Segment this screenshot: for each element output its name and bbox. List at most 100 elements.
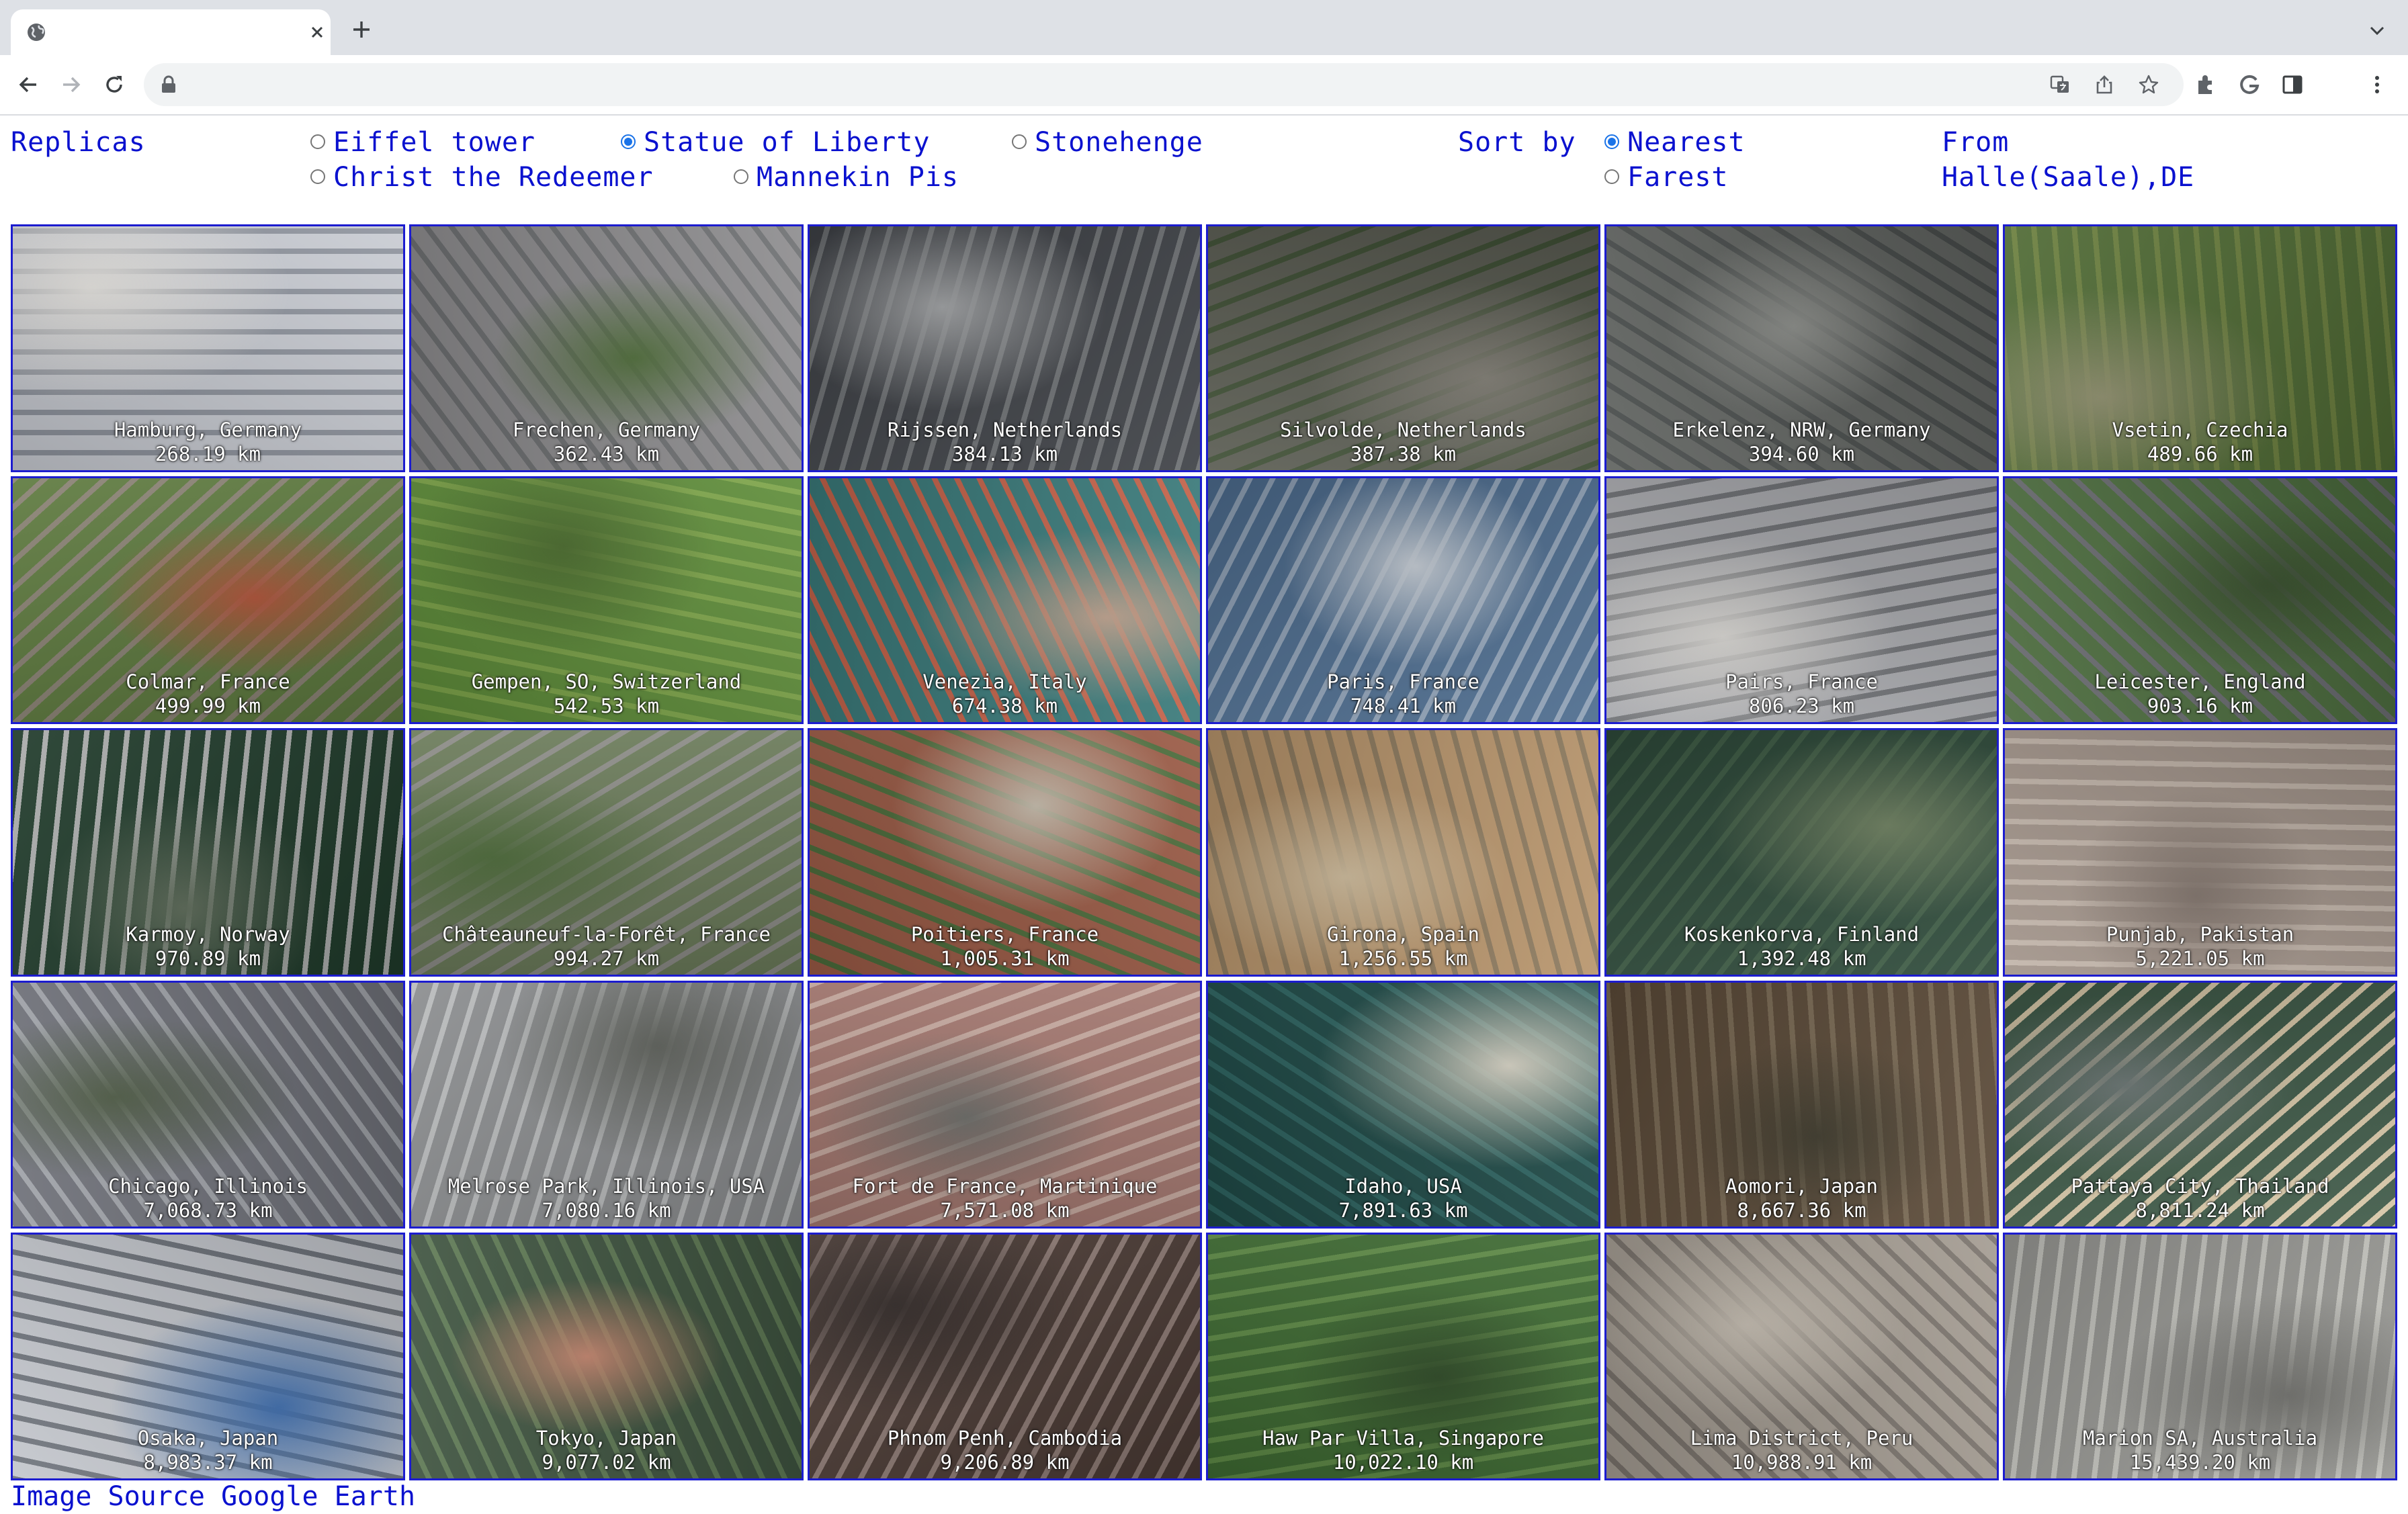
- result-tile[interactable]: Idaho, USA 7,891.63 km: [1206, 980, 1600, 1229]
- replica-option-stonehenge[interactable]: Stonehenge: [1012, 125, 1203, 160]
- radio-button[interactable]: [734, 169, 748, 184]
- close-tab-icon[interactable]: [308, 23, 327, 42]
- replicas-label: Replicas: [11, 127, 146, 158]
- result-tile[interactable]: Pattaya City, Thailand 8,811.24 km: [2003, 980, 2397, 1229]
- replica-option-mannekin-pis[interactable]: Mannekin Pis: [734, 160, 959, 195]
- sort-option-nearest[interactable]: Nearest: [1604, 125, 1746, 160]
- reload-icon[interactable]: [102, 73, 126, 97]
- place-name: Venezia, Italy: [922, 670, 1087, 694]
- distance: 10,988.91 km: [1731, 1451, 1873, 1474]
- place-name: Châteauneuf-la-Forêt, France: [442, 922, 771, 946]
- result-tile[interactable]: Silvolde, Netherlands 387.38 km: [1206, 224, 1600, 473]
- result-tile[interactable]: Rijssen, Netherlands 384.13 km: [808, 224, 1202, 473]
- share-icon[interactable]: [2094, 74, 2115, 95]
- tile-caption: Melrose Park, Illinois, USA 7,080.16 km: [411, 1174, 802, 1222]
- new-tab-icon[interactable]: [351, 19, 372, 40]
- place-name: Gempen, SO, Switzerland: [471, 670, 742, 694]
- tile-caption: Erkelenz, NRW, Germany 394.60 km: [1606, 418, 1997, 466]
- result-tile[interactable]: Lima District, Peru 10,988.91 km: [1604, 1232, 1999, 1480]
- result-tile[interactable]: Aomori, Japan 8,667.36 km: [1604, 980, 1999, 1229]
- tile-caption: Colmar, France 499.99 km: [13, 670, 403, 718]
- radio-button[interactable]: [1604, 169, 1619, 184]
- result-tile[interactable]: Marion SA, Australia 15,439.20 km: [2003, 1232, 2397, 1480]
- tile-caption: Châteauneuf-la-Forêt, France 994.27 km: [411, 922, 802, 971]
- side-panel-icon[interactable]: [2280, 73, 2305, 97]
- place-name: Poitiers, France: [910, 922, 1099, 946]
- result-tile[interactable]: Pairs, France 806.23 km: [1604, 476, 1999, 725]
- result-tile[interactable]: Koskenkorva, Finland 1,392.48 km: [1604, 728, 1999, 977]
- bookmark-star-icon[interactable]: [2138, 74, 2159, 95]
- result-tile[interactable]: Venezia, Italy 674.38 km: [808, 476, 1202, 725]
- result-tile[interactable]: Colmar, France 499.99 km: [11, 476, 405, 725]
- result-tile[interactable]: Paris, France 748.41 km: [1206, 476, 1600, 725]
- place-name: Silvolde, Netherlands: [1280, 418, 1526, 442]
- tile-caption: Marion SA, Australia 15,439.20 km: [2005, 1426, 2395, 1474]
- distance: 674.38 km: [951, 695, 1058, 718]
- option-label: Farest: [1627, 162, 1729, 193]
- place-name: Pairs, France: [1725, 670, 1878, 694]
- radio-button[interactable]: [1012, 134, 1027, 149]
- radio-button[interactable]: [310, 169, 325, 184]
- option-label: Nearest: [1627, 127, 1746, 158]
- replica-option-statue-of-liberty[interactable]: Statue of Liberty: [621, 125, 930, 160]
- sort-option-farest[interactable]: Farest: [1604, 160, 1729, 195]
- more-menu-icon[interactable]: [2365, 73, 2389, 97]
- extensions-puzzle-icon[interactable]: [2194, 73, 2219, 97]
- place-name: Fort de France, Martinique: [852, 1174, 1158, 1198]
- distance: 268.19 km: [155, 443, 261, 466]
- place-name: Lima District, Peru: [1690, 1427, 1914, 1450]
- replica-option-christ-the-redeemer[interactable]: Christ the Redeemer: [310, 160, 654, 195]
- translate-icon[interactable]: [2049, 74, 2071, 95]
- radio-button-selected[interactable]: [621, 134, 636, 149]
- back-icon[interactable]: [16, 73, 40, 97]
- lock-icon[interactable]: [160, 75, 177, 94]
- place-name: Erkelenz, NRW, Germany: [1672, 418, 1931, 442]
- result-tile[interactable]: Hamburg, Germany 268.19 km: [11, 224, 405, 473]
- address-bar[interactable]: [144, 63, 2184, 106]
- forward-icon[interactable]: [59, 73, 83, 97]
- result-tile[interactable]: Osaka, Japan 8,983.37 km: [11, 1232, 405, 1480]
- result-tile[interactable]: Punjab, Pakistan 5,221.05 km: [2003, 728, 2397, 977]
- result-tile[interactable]: Frechen, Germany 362.43 km: [409, 224, 804, 473]
- grammarly-g-icon[interactable]: [2237, 73, 2262, 97]
- place-name: Tokyo, Japan: [535, 1427, 677, 1450]
- tab-search-chevron-icon[interactable]: [2368, 21, 2386, 40]
- tile-caption: Pairs, France 806.23 km: [1606, 670, 1997, 718]
- result-tile[interactable]: Girona, Spain 1,256.55 km: [1206, 728, 1600, 977]
- browser-tab[interactable]: [11, 9, 331, 55]
- tile-caption: Osaka, Japan 8,983.37 km: [13, 1426, 403, 1474]
- distance: 7,891.63 km: [1338, 1198, 1468, 1222]
- result-tile[interactable]: Tokyo, Japan 9,077.02 km: [409, 1232, 804, 1480]
- distance: 8,983.37 km: [143, 1451, 273, 1474]
- result-tile[interactable]: Chicago, Illinois 7,068.73 km: [11, 980, 405, 1229]
- result-tile[interactable]: Poitiers, France 1,005.31 km: [808, 728, 1202, 977]
- option-label: Mannekin Pis: [757, 162, 959, 193]
- result-tile[interactable]: Karmoy, Norway 970.89 km: [11, 728, 405, 977]
- results-grid: Hamburg, Germany 268.19 km Frechen, German…: [11, 224, 2397, 1480]
- result-tile[interactable]: Vsetin, Czechia 489.66 km: [2003, 224, 2397, 473]
- tile-caption: Koskenkorva, Finland 1,392.48 km: [1606, 922, 1997, 971]
- radio-button-selected[interactable]: [1604, 134, 1619, 149]
- place-name: Frechen, Germany: [512, 418, 701, 442]
- place-name: Hamburg, Germany: [114, 418, 302, 442]
- replica-option-eiffel-tower[interactable]: Eiffel tower: [310, 125, 535, 160]
- tile-caption: Girona, Spain 1,256.55 km: [1208, 922, 1598, 971]
- distance: 1,005.31 km: [940, 946, 1070, 970]
- result-tile[interactable]: Erkelenz, NRW, Germany 394.60 km: [1604, 224, 1999, 473]
- result-tile[interactable]: Haw Par Villa, Singapore 10,022.10 km: [1206, 1232, 1600, 1480]
- place-name: Koskenkorva, Finland: [1684, 922, 1920, 946]
- result-tile[interactable]: Fort de France, Martinique 7,571.08 km: [808, 980, 1202, 1229]
- place-name: Phnom Penh, Cambodia: [887, 1427, 1123, 1450]
- result-tile[interactable]: Gempen, SO, Switzerland 542.53 km: [409, 476, 804, 725]
- result-tile[interactable]: Leicester, England 903.16 km: [2003, 476, 2397, 725]
- distance: 499.99 km: [155, 695, 261, 718]
- result-tile[interactable]: Châteauneuf-la-Forêt, France 994.27 km: [409, 728, 804, 977]
- place-name: Vsetin, Czechia: [2112, 418, 2288, 442]
- radio-button[interactable]: [310, 134, 325, 149]
- from-label: From: [1942, 127, 2010, 158]
- result-tile[interactable]: Phnom Penh, Cambodia 9,206.89 km: [808, 1232, 1202, 1480]
- distance: 970.89 km: [155, 946, 261, 970]
- distance: 384.13 km: [951, 443, 1058, 466]
- image-source-credit: Image Source Google Earth: [11, 1481, 416, 1512]
- result-tile[interactable]: Melrose Park, Illinois, USA 7,080.16 km: [409, 980, 804, 1229]
